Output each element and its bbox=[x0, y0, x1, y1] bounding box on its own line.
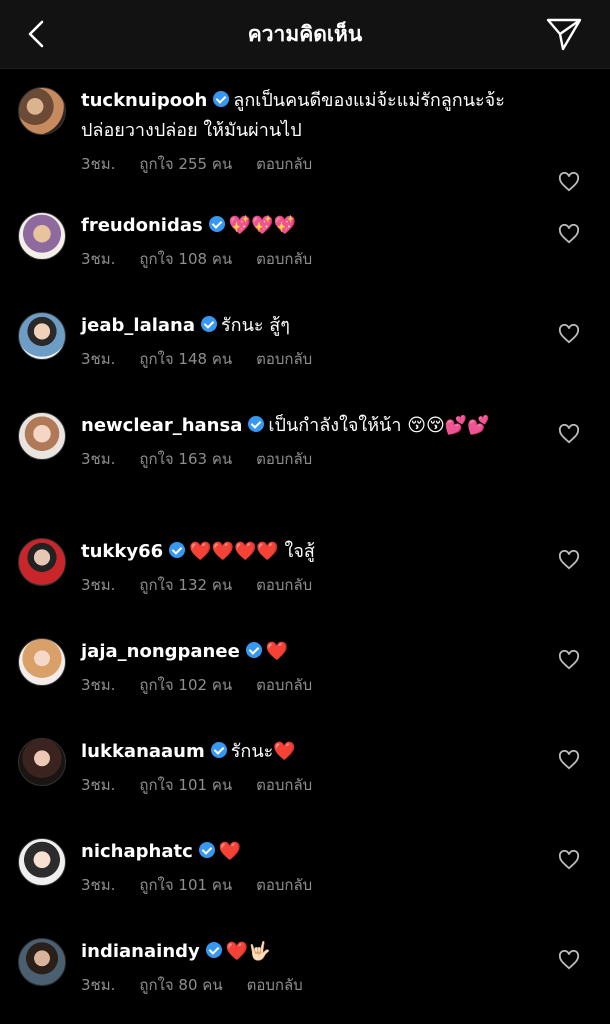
verified-badge-icon bbox=[201, 316, 218, 332]
reply-button[interactable]: ตอบกลับ bbox=[256, 152, 312, 176]
comment-time: 3ชม. bbox=[81, 876, 116, 894]
comment-time: 3ชม. bbox=[81, 576, 116, 594]
comment-item: indianaindy ❤️🤟🏻 3ชม. ถูกใจ 80 คน ตอบกลับ bbox=[0, 920, 610, 1020]
avatar[interactable] bbox=[18, 312, 66, 360]
heart-outline-icon[interactable] bbox=[558, 950, 580, 970]
reply-button[interactable]: ตอบกลับ bbox=[256, 873, 312, 897]
verified-badge-icon bbox=[169, 542, 186, 558]
comment-text: ❤️ bbox=[218, 841, 242, 862]
comment-time: 3ชม. bbox=[81, 976, 116, 994]
comment-item: jaja_nongpanee ❤️ 3ชม. ถูกใจ 102 คน ตอบกลับ bbox=[0, 620, 610, 720]
comment-item: tukky66 ❤️❤️❤️❤️ ใจสู้ 3ชม. ถูกใจ 132 คน ตอ… bbox=[0, 520, 610, 620]
heart-outline-icon[interactable] bbox=[558, 550, 580, 570]
reply-button[interactable]: ตอบกลับ bbox=[256, 673, 312, 697]
reply-button[interactable]: ตอบกลับ bbox=[256, 773, 312, 797]
verified-badge-icon bbox=[210, 742, 227, 758]
avatar[interactable] bbox=[18, 638, 66, 686]
avatar[interactable] bbox=[18, 938, 66, 986]
comment-item: lukkanaaum รักนะ❤️ 3ชม. ถูกใจ 101 คน ตอบกลั… bbox=[0, 720, 610, 820]
username[interactable]: newclear_hansa bbox=[81, 415, 242, 436]
like-count[interactable]: ถูกใจ 108 คน bbox=[139, 247, 232, 271]
comment-list: tucknuipooh ลูกเป็นคนดีของแม่จ้ะแม่รักลูก… bbox=[0, 69, 610, 1020]
comment-item: tucknuipooh ลูกเป็นคนดีของแม่จ้ะแม่รักลูก… bbox=[0, 69, 610, 194]
comment-item: nichaphatc ❤️ 3ชม. ถูกใจ 101 คน ตอบกลับ bbox=[0, 820, 610, 920]
avatar[interactable] bbox=[18, 412, 66, 460]
reply-button[interactable]: ตอบกลับ bbox=[256, 247, 312, 271]
avatar[interactable] bbox=[18, 212, 66, 260]
comment-item: jeab_lalana รักนะ สู้ๆ 3ชม. ถูกใจ 148 คน ตอ… bbox=[0, 294, 610, 394]
chevron-left-icon bbox=[28, 20, 44, 48]
like-count[interactable]: ถูกใจ 101 คน bbox=[139, 873, 232, 897]
comment-time: 3ชม. bbox=[81, 250, 116, 268]
username[interactable]: tucknuipooh bbox=[81, 90, 207, 111]
verified-badge-icon bbox=[245, 642, 262, 658]
share-button[interactable] bbox=[544, 15, 584, 53]
verified-badge-icon bbox=[248, 416, 265, 432]
heart-outline-icon[interactable] bbox=[558, 172, 580, 192]
username[interactable]: indianaindy bbox=[81, 941, 200, 962]
reply-button[interactable]: ตอบกลับ bbox=[256, 447, 312, 471]
comment-text: รักนะ❤️ bbox=[230, 741, 296, 762]
verified-badge-icon bbox=[213, 91, 230, 107]
comment-text: รักนะ สู้ๆ bbox=[221, 315, 290, 336]
top-bar: ความคิดเห็น bbox=[0, 0, 610, 69]
username[interactable]: freudonidas bbox=[81, 215, 203, 236]
verified-badge-icon bbox=[198, 842, 215, 858]
back-button[interactable] bbox=[18, 16, 54, 52]
comment-time: 3ชม. bbox=[81, 676, 116, 694]
comment-text: เป็นกำลังใจให้น้า 😚😚💕💕 bbox=[268, 415, 490, 436]
comment-time: 3ชม. bbox=[81, 155, 116, 173]
comment-text: 💖💖💖 bbox=[228, 215, 296, 236]
avatar[interactable] bbox=[18, 738, 66, 786]
verified-badge-icon bbox=[208, 216, 225, 232]
reply-button[interactable]: ตอบกลับ bbox=[256, 347, 312, 371]
like-count[interactable]: ถูกใจ 163 คน bbox=[139, 447, 232, 471]
comment-text: ❤️🤟🏻 bbox=[225, 941, 271, 962]
heart-outline-icon[interactable] bbox=[558, 424, 580, 444]
comment-time: 3ชม. bbox=[81, 350, 116, 368]
reply-button[interactable]: ตอบกลับ bbox=[247, 973, 303, 997]
heart-outline-icon[interactable] bbox=[558, 850, 580, 870]
username[interactable]: jaja_nongpanee bbox=[81, 641, 240, 662]
avatar[interactable] bbox=[18, 87, 66, 135]
heart-outline-icon[interactable] bbox=[558, 650, 580, 670]
username[interactable]: jeab_lalana bbox=[81, 315, 195, 336]
like-count[interactable]: ถูกใจ 148 คน bbox=[139, 347, 232, 371]
reply-button[interactable]: ตอบกลับ bbox=[256, 573, 312, 597]
username[interactable]: tukky66 bbox=[81, 541, 163, 562]
username[interactable]: lukkanaaum bbox=[81, 741, 205, 762]
comment-item: newclear_hansa เป็นกำลังใจให้น้า 😚😚💕💕 3ชม… bbox=[0, 394, 610, 520]
paper-plane-icon bbox=[546, 18, 582, 51]
verified-badge-icon bbox=[205, 942, 222, 958]
page-title: ความคิดเห็น bbox=[247, 21, 363, 46]
avatar[interactable] bbox=[18, 538, 66, 586]
comment-time: 3ชม. bbox=[81, 776, 116, 794]
like-count[interactable]: ถูกใจ 101 คน bbox=[139, 773, 232, 797]
heart-outline-icon[interactable] bbox=[558, 750, 580, 770]
comment-text: ❤️ bbox=[265, 641, 289, 662]
like-count[interactable]: ถูกใจ 80 คน bbox=[139, 973, 222, 997]
heart-outline-icon[interactable] bbox=[558, 224, 580, 244]
avatar[interactable] bbox=[18, 838, 66, 886]
comment-item: freudonidas 💖💖💖 3ชม. ถูกใจ 108 คน ตอบกลับ bbox=[0, 194, 610, 294]
comment-time: 3ชม. bbox=[81, 450, 116, 468]
like-count[interactable]: ถูกใจ 132 คน bbox=[139, 573, 232, 597]
like-count[interactable]: ถูกใจ 102 คน bbox=[139, 673, 232, 697]
username[interactable]: nichaphatc bbox=[81, 841, 193, 862]
heart-outline-icon[interactable] bbox=[558, 324, 580, 344]
like-count[interactable]: ถูกใจ 255 คน bbox=[139, 152, 232, 176]
comment-text: ❤️❤️❤️❤️ ใจสู้ bbox=[189, 541, 315, 562]
